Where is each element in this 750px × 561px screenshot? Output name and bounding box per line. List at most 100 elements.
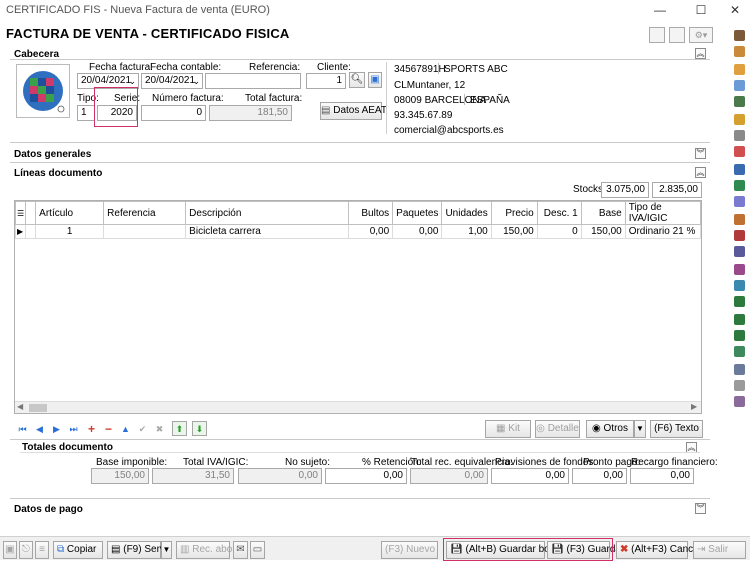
lineas-collapse-icon[interactable]: ︽ (695, 167, 706, 178)
search-icon[interactable]: 🔍︎ (349, 72, 365, 88)
calendar-icon[interactable] (734, 164, 745, 175)
salir-button[interactable]: ⇥ Salir (693, 541, 746, 559)
chevron-down-icon[interactable]: ⌄ (128, 74, 136, 88)
table-cell[interactable]: Ordinario 21 % (624, 224, 701, 239)
next-record-icon[interactable]: ▶ (50, 423, 63, 436)
tipo-field[interactable]: 1 (77, 105, 95, 121)
maximize-button[interactable]: ☐ (686, 2, 716, 18)
pronto-pago-field[interactable]: 0,00 (572, 468, 627, 484)
fecha-contable-field[interactable]: 20/04/2021 ⌄ (141, 73, 203, 89)
datos-pago-title[interactable]: Datos de pago (14, 504, 83, 515)
table-cell[interactable]: 0 (536, 224, 582, 239)
table-cell[interactable]: Bicicleta carrera (185, 224, 350, 239)
table-cell[interactable]: 150,00 (580, 224, 626, 239)
column-header[interactable]: Desc. 1 (536, 201, 582, 225)
chevron-down-icon[interactable]: ⌄ (192, 74, 200, 88)
recargo-financiero-field[interactable]: 0,00 (630, 468, 694, 484)
client-card-icon[interactable]: ▣ (368, 72, 382, 88)
close-button[interactable]: ✕ (720, 2, 750, 18)
column-header[interactable]: Paquetes (392, 201, 443, 225)
numero-factura-field[interactable]: 0 (141, 105, 206, 121)
otros-button[interactable]: ◉ Otros (586, 420, 634, 438)
book-icon[interactable] (734, 30, 745, 41)
arrow-down-icon[interactable]: ⬇ (192, 421, 207, 436)
first-record-icon[interactable]: ⏮ (16, 423, 29, 436)
datos-generales-expand-icon[interactable]: ︾ (695, 148, 706, 159)
table-cell[interactable]: 0,00 (348, 224, 394, 239)
delete-line-icon[interactable]: − (102, 423, 115, 436)
last-record-icon[interactable]: ⏭ (67, 423, 80, 436)
camera-icon[interactable]: ▣ (3, 541, 17, 559)
cart-icon[interactable] (734, 214, 745, 225)
cancel-edit-icon[interactable]: ✖ (153, 423, 166, 436)
datos-pago-expand-icon[interactable]: ︾ (695, 503, 706, 514)
referencia-field[interactable] (205, 73, 301, 89)
table-cell[interactable]: 150,00 (490, 224, 538, 239)
globe-search-icon[interactable] (734, 314, 745, 325)
kit-button[interactable]: ▦ Kit (485, 420, 531, 438)
column-header[interactable]: Bultos (348, 201, 394, 225)
database-icon[interactable] (734, 280, 745, 291)
column-header[interactable]: Artículo (35, 201, 105, 225)
people-icon[interactable] (734, 196, 745, 207)
print-icon[interactable] (734, 380, 745, 391)
scroll-right-icon[interactable]: ▶ (691, 402, 697, 411)
detalle-button[interactable]: ◎ Detalle (535, 420, 580, 438)
mail-icon[interactable]: ✉ (233, 541, 248, 559)
truck-icon[interactable] (734, 80, 745, 91)
window-icon[interactable]: ▭ (250, 541, 265, 559)
datos-aeat-button[interactable]: ▤ Datos AEAT (320, 102, 387, 120)
scroll-thumb[interactable] (29, 404, 47, 412)
previous-record-icon[interactable]: ◀ (33, 423, 46, 436)
invoice-icon[interactable] (734, 180, 745, 191)
list-icon[interactable]: ≡ (35, 541, 49, 559)
scroll-left-icon[interactable]: ◀ (17, 402, 23, 411)
chart-icon[interactable] (734, 146, 745, 157)
column-header[interactable]: Unidades (441, 201, 492, 225)
folder-icon[interactable] (734, 114, 745, 125)
confirm-icon[interactable]: ✔ (136, 423, 149, 436)
esc-icon[interactable]: ⎋ (19, 541, 33, 559)
add-line-icon[interactable]: + (85, 423, 98, 436)
nuevo-button[interactable]: (F3) Nuevo (381, 541, 438, 559)
tag-icon[interactable] (734, 230, 745, 241)
column-header[interactable]: Tipo de IVA/IGIC (624, 201, 701, 225)
card-icon[interactable] (669, 27, 685, 43)
blank-doc-icon[interactable] (649, 27, 665, 43)
column-header[interactable]: Descripción (185, 201, 350, 225)
move-up-icon[interactable]: ▲ (119, 423, 132, 436)
archive-icon[interactable] (734, 396, 745, 407)
document-icon[interactable] (734, 96, 745, 107)
provisiones-field[interactable]: 0,00 (491, 468, 569, 484)
cabecera-collapse-icon[interactable]: ︽ (695, 48, 706, 59)
box-icon[interactable] (734, 46, 745, 57)
column-header[interactable]: Referencia (103, 201, 187, 225)
table-row[interactable]: ▶ 1 Bicicleta carrera 0,00 0,00 1,00 150… (15, 224, 701, 239)
lines-grid[interactable]: ☰ Artículo Referencia Descripción Bultos… (14, 200, 702, 414)
table-cell[interactable] (103, 224, 187, 239)
column-header[interactable]: Precio (490, 201, 538, 225)
table-cell[interactable]: 0,00 (392, 224, 443, 239)
horizontal-scrollbar[interactable]: ◀ ▶ (15, 401, 701, 413)
globe-doc-icon[interactable] (734, 346, 745, 357)
user-icon[interactable] (734, 130, 745, 141)
settings-dropdown-icon[interactable]: ⚙▾ (689, 27, 713, 43)
globe-users-icon[interactable] (734, 330, 745, 341)
row-selector-header-icon[interactable]: ☰ (15, 201, 27, 225)
report-icon[interactable] (734, 246, 745, 257)
calculator-icon[interactable] (734, 364, 745, 375)
table-cell[interactable]: 1,00 (441, 224, 492, 239)
minimize-button[interactable]: — (645, 2, 675, 18)
globe-icon[interactable] (734, 296, 745, 307)
servir-button[interactable]: ▤ (F9) Servir (107, 541, 170, 559)
package-icon[interactable] (734, 64, 745, 75)
column-header[interactable]: Base (580, 201, 626, 225)
retencion-field[interactable]: 0,00 (325, 468, 407, 484)
bookmark-icon[interactable] (734, 264, 745, 275)
copiar-button[interactable]: ⧉ Copiar (53, 541, 103, 559)
datos-generales-title[interactable]: Datos generales (14, 149, 91, 160)
texto-button[interactable]: (F6) Texto (650, 420, 703, 438)
otros-dropdown-icon[interactable]: ▼ (634, 420, 646, 438)
rec-abono-button[interactable]: ▥ Rec. abono (176, 541, 243, 559)
row-pointer-icon[interactable]: ▶ (15, 224, 27, 239)
